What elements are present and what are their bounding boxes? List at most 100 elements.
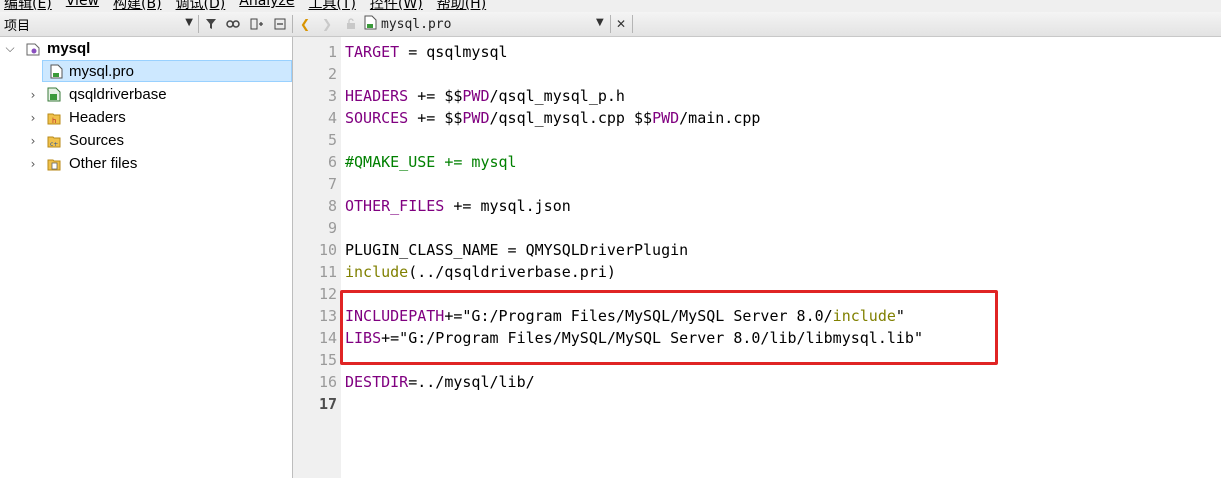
link-icon[interactable] xyxy=(224,15,242,33)
line-number: 8 xyxy=(327,197,337,215)
menu-item[interactable]: 帮助(H) xyxy=(437,0,486,12)
toolbar-separator xyxy=(610,15,611,33)
code-line: include(../qsqldriverbase.pri) xyxy=(345,261,616,283)
code-token: SOURCES xyxy=(345,109,409,127)
lock-icon xyxy=(342,15,360,33)
line-number: 10 xyxy=(318,241,337,259)
menu-item[interactable]: Analyze xyxy=(239,0,294,12)
code-token: += $$ xyxy=(408,87,463,105)
project-tree: ⌵ mysql mysql.pro › qsqldriverbase › h H… xyxy=(0,37,293,478)
code-token: += $$ xyxy=(408,109,463,127)
filter-icon[interactable] xyxy=(202,15,220,33)
menu-item[interactable]: View xyxy=(66,0,99,12)
toolbar-separator xyxy=(632,15,633,33)
code-token: TARGET xyxy=(345,43,400,61)
code-line: OTHER_FILES += mysql.json xyxy=(345,195,571,217)
chevron-down-icon[interactable]: ▼ xyxy=(596,17,604,28)
line-number: 17 xyxy=(318,395,337,413)
line-number: 15 xyxy=(318,351,337,369)
line-number: 6 xyxy=(327,153,337,171)
tree-item-mysql-pro[interactable]: mysql.pro xyxy=(0,60,292,83)
close-pane-icon[interactable] xyxy=(271,15,289,33)
open-file-combo[interactable]: mysql.pro xyxy=(364,12,451,36)
tree-item-sources[interactable]: › c+ Sources xyxy=(0,129,292,152)
code-token: PWD xyxy=(462,87,490,105)
project-view-label: 项目 xyxy=(4,18,31,34)
tree-item-headers[interactable]: › h Headers xyxy=(0,106,292,129)
toolbar-separator xyxy=(198,15,199,33)
line-number: 2 xyxy=(327,65,337,83)
line-number: 7 xyxy=(327,175,337,193)
headers-folder-icon: h xyxy=(47,110,61,126)
line-number: 1 xyxy=(327,43,337,61)
menu-item[interactable]: 编辑(E) xyxy=(4,0,52,12)
project-view-combo[interactable]: 项目 ▼ xyxy=(0,12,197,36)
tree-item-label: qsqldriverbase xyxy=(69,86,167,103)
line-number: 5 xyxy=(327,131,337,149)
chevron-down-icon: ▼ xyxy=(185,17,193,28)
split-icon[interactable] xyxy=(248,15,266,33)
line-number: 4 xyxy=(327,109,337,127)
code-token: (../qsqldriverbase.pri) xyxy=(408,263,616,281)
code-token: include xyxy=(345,263,409,281)
menu-item[interactable]: 工具(T) xyxy=(308,0,355,12)
pri-file-icon xyxy=(47,87,61,103)
tree-item-label: Other files xyxy=(69,155,138,172)
toolbar: 项目 ▼ ❮ ❯ mysql.pro ▼ ✕ xyxy=(0,12,1221,37)
line-number-gutter: 1 2 3 4 5 6 7 8 9 10 11 12 13 14 15 16 17 xyxy=(293,37,341,478)
menu-item[interactable]: 调试(D) xyxy=(176,0,226,12)
code-token: PWD xyxy=(652,109,680,127)
code-line: TARGET = qsqlmysql xyxy=(345,41,508,63)
project-icon xyxy=(26,41,40,57)
code-token: PWD xyxy=(462,109,490,127)
forward-arrow-icon[interactable]: ❯ xyxy=(318,15,336,33)
code-token: PLUGIN_CLASS_NAME = QMYSQLDriverPlugin xyxy=(345,241,689,259)
tree-root-label: mysql xyxy=(47,40,91,57)
menu-item[interactable]: 构建(B) xyxy=(113,0,162,12)
annotation-highlight-box xyxy=(340,290,998,365)
chevron-down-icon[interactable]: ⌵ xyxy=(4,41,16,56)
tree-item-qsqldriverbase[interactable]: › qsqldriverbase xyxy=(0,83,292,106)
line-number: 13 xyxy=(318,307,337,325)
pro-file-icon xyxy=(364,15,377,34)
svg-text:c+: c+ xyxy=(50,141,58,148)
chevron-right-icon[interactable]: › xyxy=(27,111,39,125)
line-number: 12 xyxy=(318,285,337,303)
close-icon[interactable]: ✕ xyxy=(612,15,630,33)
line-number: 16 xyxy=(318,373,337,391)
code-token: DESTDIR xyxy=(345,373,409,391)
menu-item[interactable]: 控件(W) xyxy=(370,0,423,12)
menu-bar: 编辑(E) View 构建(B) 调试(D) Analyze 工具(T) 控件(W) 帮助(H… xyxy=(0,0,1221,12)
tree-item-other-files[interactable]: › Other files xyxy=(0,152,292,175)
code-token: /main.cpp xyxy=(679,109,761,127)
sources-folder-icon: c+ xyxy=(47,133,61,149)
toolbar-separator xyxy=(292,15,293,33)
pro-file-icon xyxy=(49,64,63,80)
line-number: 3 xyxy=(327,87,337,105)
line-number: 9 xyxy=(327,219,337,237)
code-line: HEADERS += $$PWD/qsql_mysql_p.h xyxy=(345,85,625,107)
chevron-right-icon[interactable]: › xyxy=(27,134,39,148)
code-line: DESTDIR=../mysql/lib/ xyxy=(345,371,535,393)
code-token: OTHER_FILES xyxy=(345,197,445,215)
code-editor[interactable]: TARGET = qsqlmysql HEADERS += $$PWD/qsql_… xyxy=(341,37,1221,478)
code-token: /qsql_mysql_p.h xyxy=(489,87,625,105)
tree-item-label: Sources xyxy=(69,132,125,149)
code-line: SOURCES += $$PWD/qsql_mysql.cpp $$PWD/ma… xyxy=(345,107,760,129)
code-token: /qsql_mysql.cpp $$ xyxy=(489,109,653,127)
back-arrow-icon[interactable]: ❮ xyxy=(296,15,314,33)
code-token: =../mysql/lib/ xyxy=(408,373,535,391)
code-line: #QMAKE_USE += mysql xyxy=(345,151,517,173)
tree-item-label: mysql.pro xyxy=(69,63,135,80)
svg-text:h: h xyxy=(52,117,56,125)
code-token: #QMAKE_USE += mysql xyxy=(345,153,517,171)
code-token: = qsqlmysql xyxy=(399,43,508,61)
open-file-name: mysql.pro xyxy=(381,16,452,32)
chevron-right-icon[interactable]: › xyxy=(27,88,39,102)
tree-item-label: Headers xyxy=(69,109,126,126)
line-number: 11 xyxy=(318,263,337,281)
chevron-right-icon[interactable]: › xyxy=(27,157,39,171)
line-number: 14 xyxy=(318,329,337,347)
tree-root-mysql[interactable]: ⌵ mysql xyxy=(0,37,292,60)
other-files-folder-icon xyxy=(47,156,61,172)
